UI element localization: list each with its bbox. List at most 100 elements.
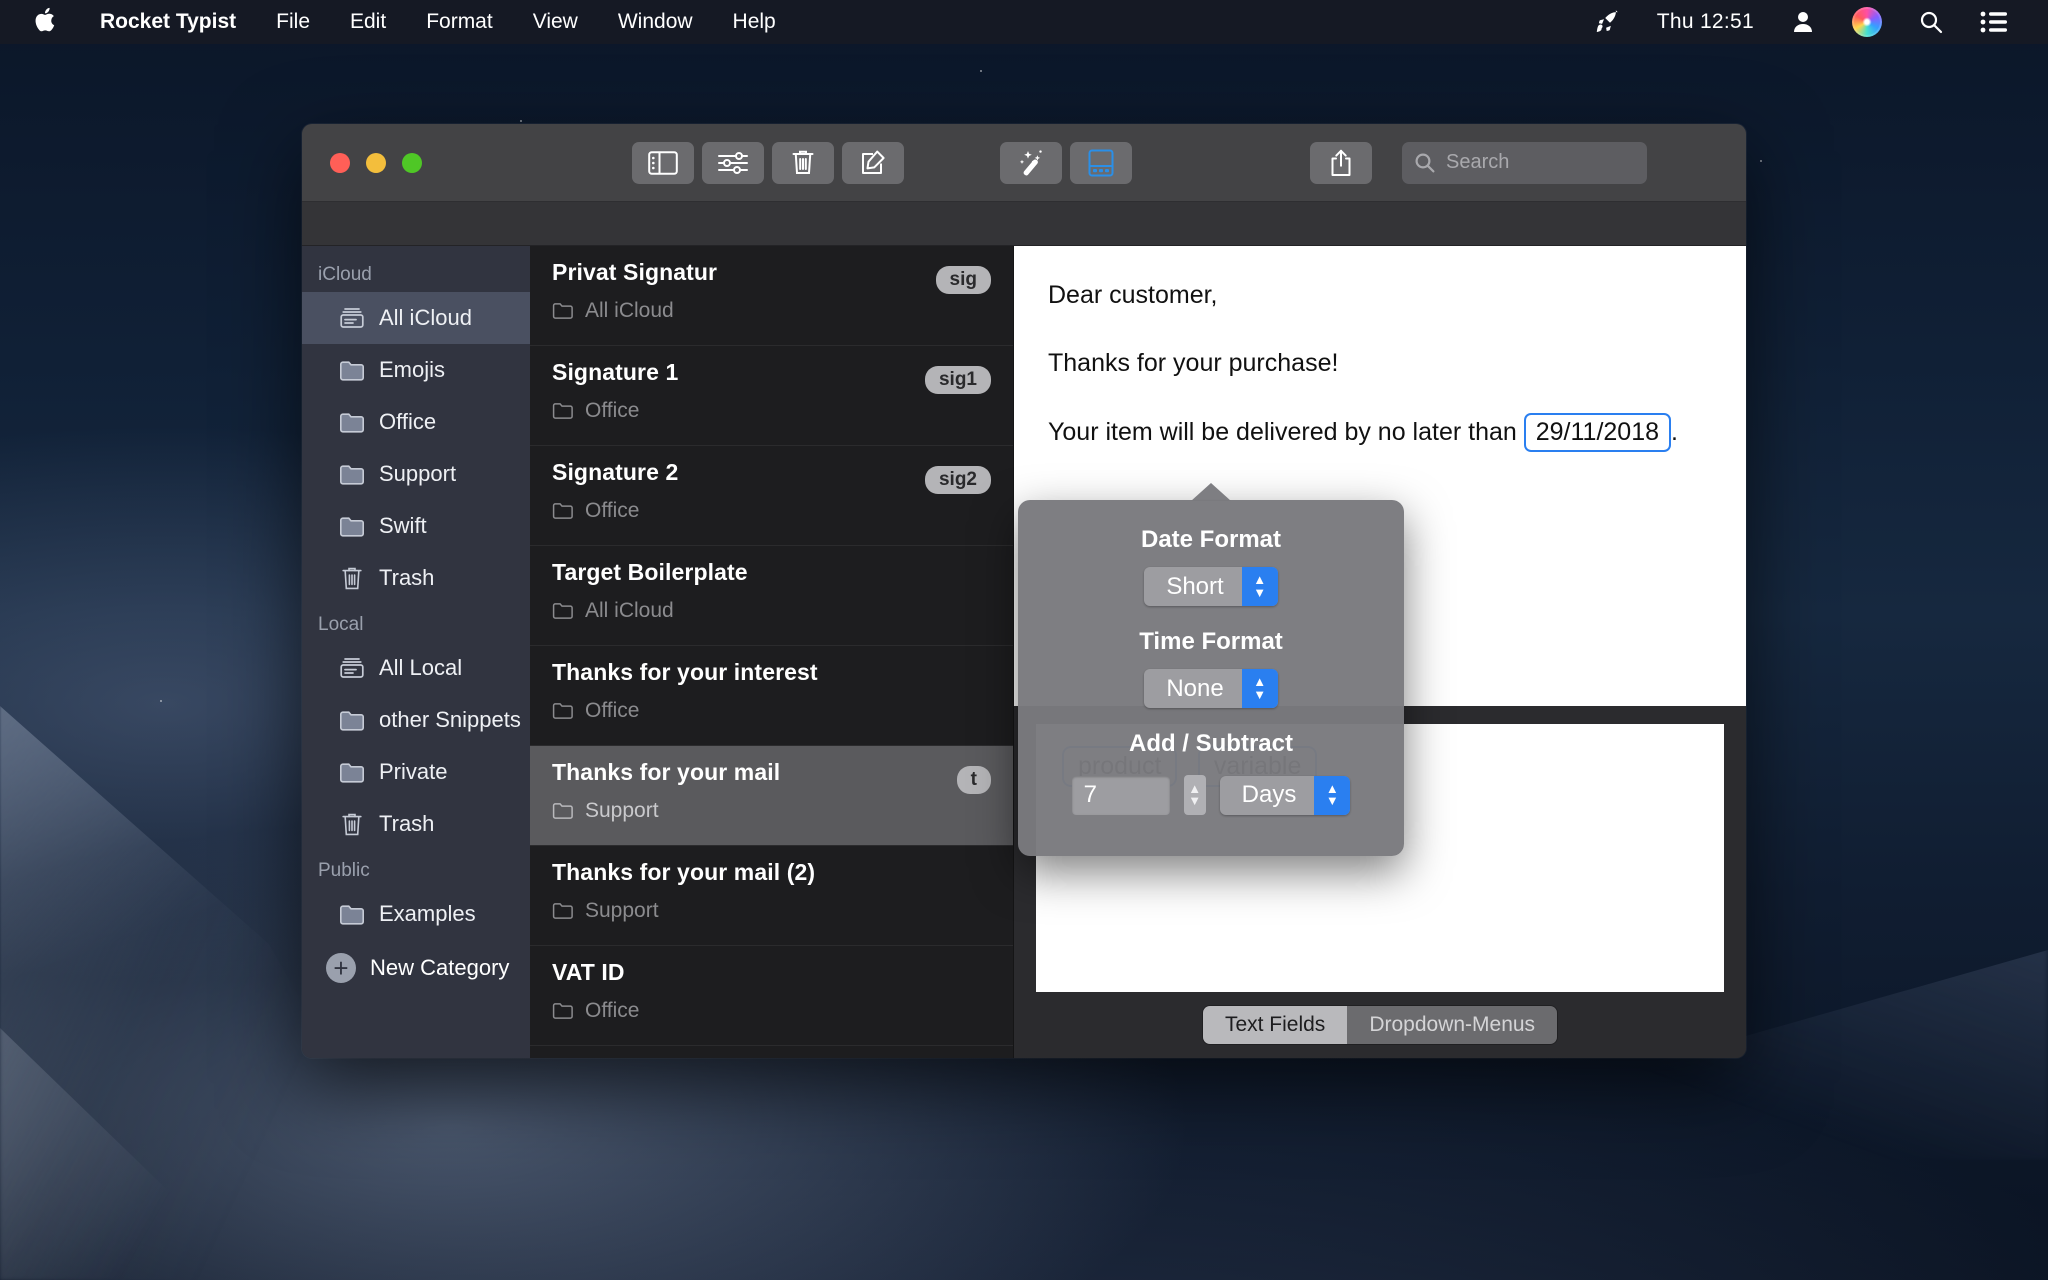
time-format-label: Time Format: [1139, 628, 1283, 655]
fields-tab-bar: Text Fields Dropdown-Menus: [1014, 992, 1746, 1058]
snippet-folder: Office: [585, 499, 640, 522]
sidebar-item-swift[interactable]: Swift: [302, 500, 530, 552]
sidebar: iCloud All iCloud Emojis Office Support …: [302, 246, 530, 1058]
date-format-select[interactable]: Short ▲ ▼: [1144, 567, 1278, 606]
menu-app-name[interactable]: Rocket Typist: [80, 0, 256, 44]
snippet-folder: Office: [585, 399, 640, 422]
document-line-3-suffix: .: [1671, 417, 1678, 446]
trash-icon: [338, 812, 366, 837]
sidebar-item-label: Trash: [379, 811, 435, 836]
document-line-3: Your item will be delivered by no later …: [1048, 409, 1712, 455]
segmented-control[interactable]: Text Fields Dropdown-Menus: [1202, 1005, 1558, 1044]
rocket-icon[interactable]: [1577, 0, 1639, 44]
snippet-abbreviation-badge: sig2: [924, 466, 991, 494]
table-row[interactable]: Privat Signatur All iCloud sig: [530, 246, 1013, 346]
date-format-popover: Date Format Short ▲ ▼ Time Format None ▲ ▼…: [1018, 483, 1404, 856]
toggle-sidebar-button[interactable]: [632, 141, 694, 184]
window-traffic-lights: [302, 152, 422, 173]
sidebar-item-label: Emojis: [379, 357, 446, 382]
sidebar-item-all-local[interactable]: All Local: [302, 642, 530, 694]
snippet-list[interactable]: Privat Signatur All iCloud sig Signature…: [530, 246, 1014, 1058]
apple-logo-icon[interactable]: [24, 0, 80, 44]
sidebar-item-label: Examples: [379, 901, 476, 926]
snippet-title: Thanks for your mail: [552, 759, 781, 785]
control-center-icon[interactable]: [1962, 0, 2026, 44]
table-row[interactable]: VAT ID Office: [530, 946, 1013, 1046]
sidebar-group-label-public: Public: [318, 860, 370, 881]
table-row[interactable]: Target Boilerplate All iCloud: [530, 546, 1013, 646]
sidebar-item-emojis[interactable]: Emojis: [302, 344, 530, 396]
sidebar-item-label: other Snippets: [379, 707, 521, 732]
table-row[interactable]: Thanks for your interest Office: [530, 646, 1013, 746]
menu-bar-clock[interactable]: Thu 12:51: [1639, 0, 1772, 44]
document-line-1: Dear customer,: [1048, 281, 1218, 309]
folder-icon: [552, 403, 573, 419]
snippet-abbreviation-badge: sig: [935, 266, 991, 294]
close-window-button[interactable]: [330, 152, 350, 173]
sidebar-item-office[interactable]: Office: [302, 396, 530, 448]
sidebar-item-label: Trash: [379, 565, 435, 590]
table-row[interactable]: Signature 1 Office sig1: [530, 346, 1013, 446]
share-button[interactable]: [1310, 141, 1372, 184]
date-format-label: Date Format: [1140, 526, 1282, 553]
folder-icon: [338, 762, 366, 783]
menu-item-window[interactable]: Window: [598, 0, 713, 44]
sidebar-item-label: Support: [379, 461, 457, 486]
table-row[interactable]: Thanks for your mail (2) Support: [530, 846, 1013, 946]
siri-icon[interactable]: [1834, 0, 1900, 44]
folder-icon: [338, 710, 366, 731]
folder-icon: [338, 412, 366, 433]
sidebar-item-other-snippets[interactable]: other Snippets: [302, 694, 530, 746]
minimize-window-button[interactable]: [366, 152, 386, 173]
chevron-updown-icon[interactable]: ▲ ▼: [1241, 669, 1278, 708]
toolbar-divider-strip: [302, 202, 1746, 246]
sidebar-group-label-local: Local: [318, 614, 364, 635]
spotlight-search-icon[interactable]: [1900, 0, 1962, 44]
amount-input[interactable]: 7: [1071, 775, 1170, 815]
wallpaper-star: [1760, 160, 1762, 162]
menu-item-format[interactable]: Format: [406, 0, 513, 44]
snippet-title: Target Boilerplate: [552, 559, 748, 585]
search-input[interactable]: Search: [1402, 141, 1647, 184]
date-token[interactable]: 29/11/2018: [1523, 412, 1672, 453]
delete-button[interactable]: [772, 141, 834, 184]
time-format-select[interactable]: None ▲ ▼: [1144, 669, 1278, 708]
new-category-button[interactable]: + New Category: [302, 940, 530, 996]
unit-select[interactable]: Days ▲ ▼: [1219, 775, 1351, 815]
zoom-window-button[interactable]: [402, 152, 422, 173]
sidebar-item-private[interactable]: Private: [302, 746, 530, 798]
snippet-title: Thanks for your mail (2): [552, 859, 816, 885]
date-format-value: Short: [1166, 572, 1224, 600]
tab-dropdown-menus[interactable]: Dropdown-Menus: [1347, 1005, 1558, 1044]
amount-stepper[interactable]: ▲ ▼: [1183, 775, 1206, 815]
settings-button[interactable]: [702, 141, 764, 184]
snippet-folder: All iCloud: [585, 599, 674, 622]
table-row[interactable]: Signature 2 Office sig2: [530, 446, 1013, 546]
folder-icon: [552, 903, 573, 919]
sidebar-item-label: Swift: [379, 513, 427, 538]
menu-item-help[interactable]: Help: [713, 0, 796, 44]
user-account-icon[interactable]: [1772, 0, 1834, 44]
sidebar-item-label: All iCloud: [379, 305, 472, 330]
chevron-updown-icon[interactable]: ▲ ▼: [1314, 775, 1351, 815]
sidebar-item-examples[interactable]: Examples: [302, 888, 530, 940]
folder-icon: [338, 904, 366, 925]
sidebar-item-trash-local[interactable]: Trash: [302, 798, 530, 850]
folder-icon: [552, 603, 573, 619]
magic-button[interactable]: [1000, 141, 1062, 184]
menu-item-edit[interactable]: Edit: [330, 0, 406, 44]
snippet-title: VAT ID: [552, 959, 625, 985]
compose-button[interactable]: [842, 141, 904, 184]
sidebar-item-support[interactable]: Support: [302, 448, 530, 500]
form-fields-button[interactable]: [1070, 141, 1132, 184]
macos-menu-bar: Rocket Typist File Edit Format View Wind…: [0, 0, 2048, 44]
menu-item-view[interactable]: View: [513, 0, 598, 44]
sidebar-item-trash-icloud[interactable]: Trash: [302, 552, 530, 604]
sidebar-item-label: Office: [379, 409, 437, 434]
chevron-updown-icon[interactable]: ▲ ▼: [1241, 567, 1278, 606]
sidebar-item-all-icloud[interactable]: All iCloud: [302, 292, 530, 344]
search-placeholder: Search: [1446, 151, 1510, 173]
menu-item-file[interactable]: File: [256, 0, 330, 44]
tab-text-fields[interactable]: Text Fields: [1202, 1005, 1348, 1044]
table-row[interactable]: Thanks for your mail Support t: [530, 746, 1013, 846]
